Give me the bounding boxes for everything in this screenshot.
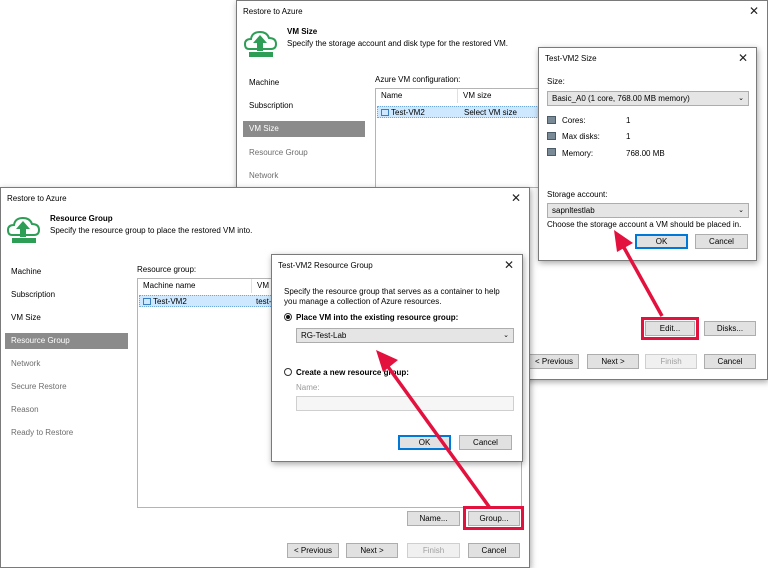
close-icon[interactable]: ✕ bbox=[738, 51, 748, 65]
disks-button[interactable]: Disks... bbox=[704, 321, 756, 336]
resource-group-label: Resource group: bbox=[137, 265, 197, 274]
size-dialog-titlebar: Test-VM2 Size ✕ bbox=[539, 48, 756, 70]
azure-upload-icon bbox=[6, 216, 41, 243]
nav-item-machine[interactable]: Machine bbox=[5, 264, 41, 280]
nav-item-machine[interactable]: Machine bbox=[243, 75, 279, 91]
close-icon[interactable]: ✕ bbox=[749, 4, 759, 18]
rg-cancel-button[interactable]: Cancel bbox=[459, 435, 512, 450]
cpu-icon bbox=[547, 116, 556, 124]
nav-item-vm-size[interactable]: VM Size bbox=[5, 310, 41, 326]
vm-icon bbox=[143, 298, 151, 305]
existing-group-select[interactable]: RG-Test-Lab ⌄ bbox=[296, 328, 514, 343]
nav-item-network[interactable]: Network bbox=[5, 356, 40, 372]
back-step-title: VM Size bbox=[287, 27, 318, 36]
max-disks-value: 1 bbox=[626, 132, 631, 141]
chevron-down-icon: ⌄ bbox=[738, 207, 744, 214]
rg-desc-line2: you manage a collection of Azure resourc… bbox=[284, 297, 442, 306]
nav-item-ready-to-restore[interactable]: Ready to Restore bbox=[5, 425, 73, 441]
existing-group-radio[interactable] bbox=[284, 313, 292, 321]
front-next-button[interactable]: Next > bbox=[346, 543, 398, 558]
table-row[interactable]: Test-VM2 test- bbox=[139, 295, 277, 307]
storage-hint: Choose the storage account a VM should b… bbox=[547, 220, 742, 229]
existing-group-value: RG-Test-Lab bbox=[301, 331, 347, 340]
storage-account-label: Storage account: bbox=[547, 190, 608, 199]
front-step-desc: Specify the resource group to place the … bbox=[50, 226, 253, 235]
back-previous-button[interactable]: < Previous bbox=[529, 354, 579, 369]
chevron-down-icon: ⌄ bbox=[738, 95, 744, 102]
vm-config-label: Azure VM configuration: bbox=[375, 75, 461, 84]
memory-label: Memory: bbox=[562, 149, 594, 158]
nav-item-resource-group[interactable]: Resource Group bbox=[5, 333, 128, 349]
nav-item-vm-size[interactable]: VM Size bbox=[243, 121, 365, 137]
group-highlight-box bbox=[463, 506, 524, 530]
name-button[interactable]: Name... bbox=[407, 511, 460, 526]
nav-item-secure-restore[interactable]: Secure Restore bbox=[5, 379, 67, 395]
front-step-title: Resource Group bbox=[50, 214, 113, 223]
size-cancel-button[interactable]: Cancel bbox=[695, 234, 748, 249]
front-previous-button[interactable]: < Previous bbox=[287, 543, 339, 558]
vm-icon bbox=[381, 109, 389, 116]
vm-rg-cell: test- bbox=[256, 297, 272, 306]
table-row[interactable]: Test-VM2 Select VM size bbox=[377, 106, 543, 118]
machine-name-cell: Test-VM2 bbox=[143, 296, 187, 308]
vm-size-cell: Select VM size bbox=[464, 108, 517, 117]
size-select-value: Basic_A0 (1 core, 768.00 MB memory) bbox=[552, 94, 690, 103]
nav-item-subscription[interactable]: Subscription bbox=[243, 98, 293, 114]
rg-dialog-title: Test-VM2 Resource Group bbox=[278, 261, 373, 270]
column-header-name[interactable]: Name bbox=[376, 89, 458, 103]
back-titlebar: Restore to Azure ✕ bbox=[237, 1, 767, 23]
disk-icon bbox=[547, 132, 556, 140]
front-window-title: Restore to Azure bbox=[7, 194, 67, 203]
rg-ok-button[interactable]: OK bbox=[398, 435, 451, 450]
vm-size-dialog: Test-VM2 Size ✕ Size: Basic_A0 (1 core, … bbox=[538, 47, 757, 261]
size-select[interactable]: Basic_A0 (1 core, 768.00 MB memory) ⌄ bbox=[547, 91, 749, 106]
size-dialog-title: Test-VM2 Size bbox=[545, 54, 597, 63]
size-ok-button[interactable]: OK bbox=[635, 234, 688, 249]
rg-desc-line1: Specify the resource group that serves a… bbox=[284, 287, 500, 296]
size-label: Size: bbox=[547, 77, 565, 86]
chevron-down-icon: ⌄ bbox=[503, 332, 509, 339]
edit-highlight-box bbox=[641, 317, 699, 340]
front-cancel-button[interactable]: Cancel bbox=[468, 543, 520, 558]
back-step-desc: Specify the storage account and disk typ… bbox=[287, 39, 509, 48]
cores-label: Cores: bbox=[562, 116, 586, 125]
new-group-option-label[interactable]: Create a new resource group: bbox=[296, 368, 409, 377]
new-group-radio[interactable] bbox=[284, 368, 292, 376]
column-header-vm-size[interactable]: VM size bbox=[458, 89, 544, 103]
memory-icon bbox=[547, 148, 556, 156]
azure-upload-icon bbox=[243, 30, 278, 57]
new-group-name-label: Name: bbox=[296, 383, 320, 392]
back-window-title: Restore to Azure bbox=[243, 7, 303, 16]
back-cancel-button[interactable]: Cancel bbox=[704, 354, 756, 369]
storage-account-value: sapnltestlab bbox=[552, 206, 595, 215]
vm-name-cell: Test-VM2 bbox=[381, 107, 425, 119]
close-icon[interactable]: ✕ bbox=[511, 191, 521, 205]
nav-item-resource-group[interactable]: Resource Group bbox=[243, 145, 308, 161]
front-titlebar: Restore to Azure ✕ bbox=[1, 188, 529, 210]
resource-group-dialog: Test-VM2 Resource Group ✕ Specify the re… bbox=[271, 254, 523, 462]
nav-item-reason[interactable]: Reason bbox=[5, 402, 39, 418]
existing-group-option-label[interactable]: Place VM into the existing resource grou… bbox=[296, 313, 458, 322]
close-icon[interactable]: ✕ bbox=[504, 258, 514, 272]
cores-value: 1 bbox=[626, 116, 631, 125]
memory-value: 768.00 MB bbox=[626, 149, 665, 158]
front-finish-button: Finish bbox=[407, 543, 460, 558]
rg-dialog-titlebar: Test-VM2 Resource Group ✕ bbox=[272, 255, 522, 277]
new-group-name-input[interactable] bbox=[296, 396, 514, 411]
nav-item-network[interactable]: Network bbox=[243, 168, 278, 184]
vm-config-table: Name VM size Test-VM2 Select VM size bbox=[375, 88, 545, 188]
max-disks-label: Max disks: bbox=[562, 132, 600, 141]
back-finish-button: Finish bbox=[645, 354, 697, 369]
storage-account-select[interactable]: sapnltestlab ⌄ bbox=[547, 203, 749, 218]
nav-item-subscription[interactable]: Subscription bbox=[5, 287, 55, 303]
column-header-machine-name[interactable]: Machine name bbox=[138, 279, 252, 293]
back-next-button[interactable]: Next > bbox=[587, 354, 639, 369]
